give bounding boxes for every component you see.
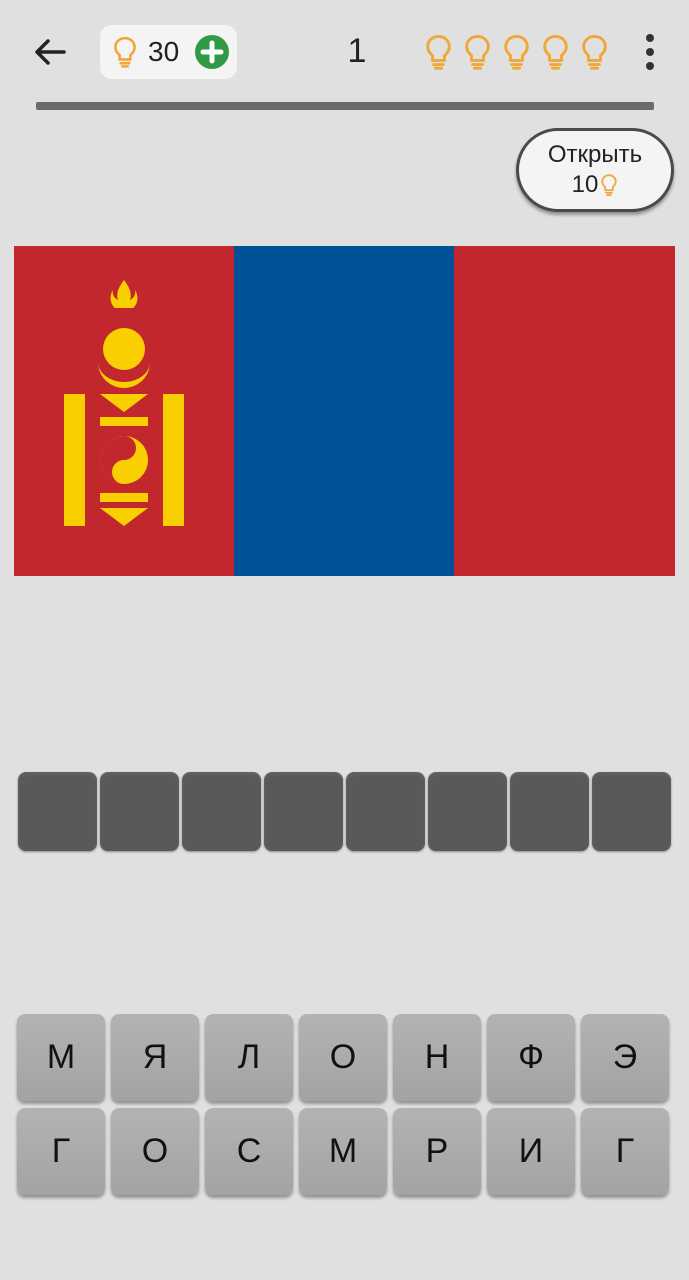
open-letter-button[interactable]: Открыть 10 bbox=[516, 128, 674, 212]
level-number: 1 bbox=[347, 32, 367, 70]
letter-key[interactable]: Р bbox=[393, 1108, 481, 1195]
answer-slot[interactable] bbox=[346, 772, 425, 851]
letter-key[interactable]: О bbox=[299, 1014, 387, 1101]
arrow-left-icon bbox=[35, 39, 66, 65]
hints-counter[interactable]: 30 bbox=[100, 25, 237, 79]
dot bbox=[646, 34, 654, 42]
back-button[interactable] bbox=[28, 30, 72, 74]
hints-count: 30 bbox=[148, 36, 180, 67]
more-menu-button[interactable] bbox=[636, 32, 664, 72]
letter-keyboard: МЯЛОНФЭГОСМРИГ bbox=[17, 1014, 673, 1202]
dot bbox=[646, 62, 654, 70]
plus-icon[interactable] bbox=[195, 35, 229, 69]
answer-slots bbox=[18, 772, 671, 851]
answer-slot[interactable] bbox=[592, 772, 671, 851]
letter-key[interactable]: М bbox=[17, 1014, 105, 1101]
progress-divider bbox=[36, 102, 654, 110]
bulb-icon bbox=[601, 174, 617, 197]
answer-slot[interactable] bbox=[18, 772, 97, 851]
answer-slot[interactable] bbox=[182, 772, 261, 851]
letter-key[interactable]: И bbox=[487, 1108, 575, 1195]
bulb-icon bbox=[582, 34, 607, 70]
letter-key[interactable]: М bbox=[299, 1108, 387, 1195]
answer-slot[interactable] bbox=[428, 772, 507, 851]
flag-stripe-center bbox=[234, 246, 455, 576]
bulb-icon bbox=[426, 34, 451, 70]
open-letter-cost: 10 bbox=[519, 171, 671, 199]
bulb-icon bbox=[465, 34, 490, 70]
letter-key[interactable]: Я bbox=[111, 1014, 199, 1101]
letter-key[interactable]: Э bbox=[581, 1014, 669, 1101]
letter-key[interactable]: Л bbox=[205, 1014, 293, 1101]
letter-key[interactable]: С bbox=[205, 1108, 293, 1195]
level-hint-bulbs bbox=[424, 34, 609, 70]
letter-key[interactable]: Г bbox=[17, 1108, 105, 1195]
answer-slot[interactable] bbox=[510, 772, 589, 851]
bulb-icon bbox=[114, 36, 136, 68]
letter-key[interactable]: Н bbox=[393, 1014, 481, 1101]
top-bar: 30 1 bbox=[0, 0, 689, 100]
open-letter-cost-value: 10 bbox=[571, 171, 599, 198]
flag-image bbox=[14, 246, 675, 576]
open-letter-label: Открыть bbox=[547, 141, 643, 168]
bulb-icon bbox=[543, 34, 568, 70]
letter-key[interactable]: О bbox=[111, 1108, 199, 1195]
answer-slot[interactable] bbox=[264, 772, 343, 851]
letter-key[interactable]: Ф bbox=[487, 1014, 575, 1101]
letter-key[interactable]: Г bbox=[581, 1108, 669, 1195]
answer-slot[interactable] bbox=[100, 772, 179, 851]
bulb-icon bbox=[504, 34, 529, 70]
flag-stripe-right bbox=[454, 246, 675, 576]
dot bbox=[646, 48, 654, 56]
keyboard-row: МЯЛОНФЭ bbox=[17, 1014, 673, 1101]
keyboard-row: ГОСМРИГ bbox=[17, 1108, 673, 1195]
